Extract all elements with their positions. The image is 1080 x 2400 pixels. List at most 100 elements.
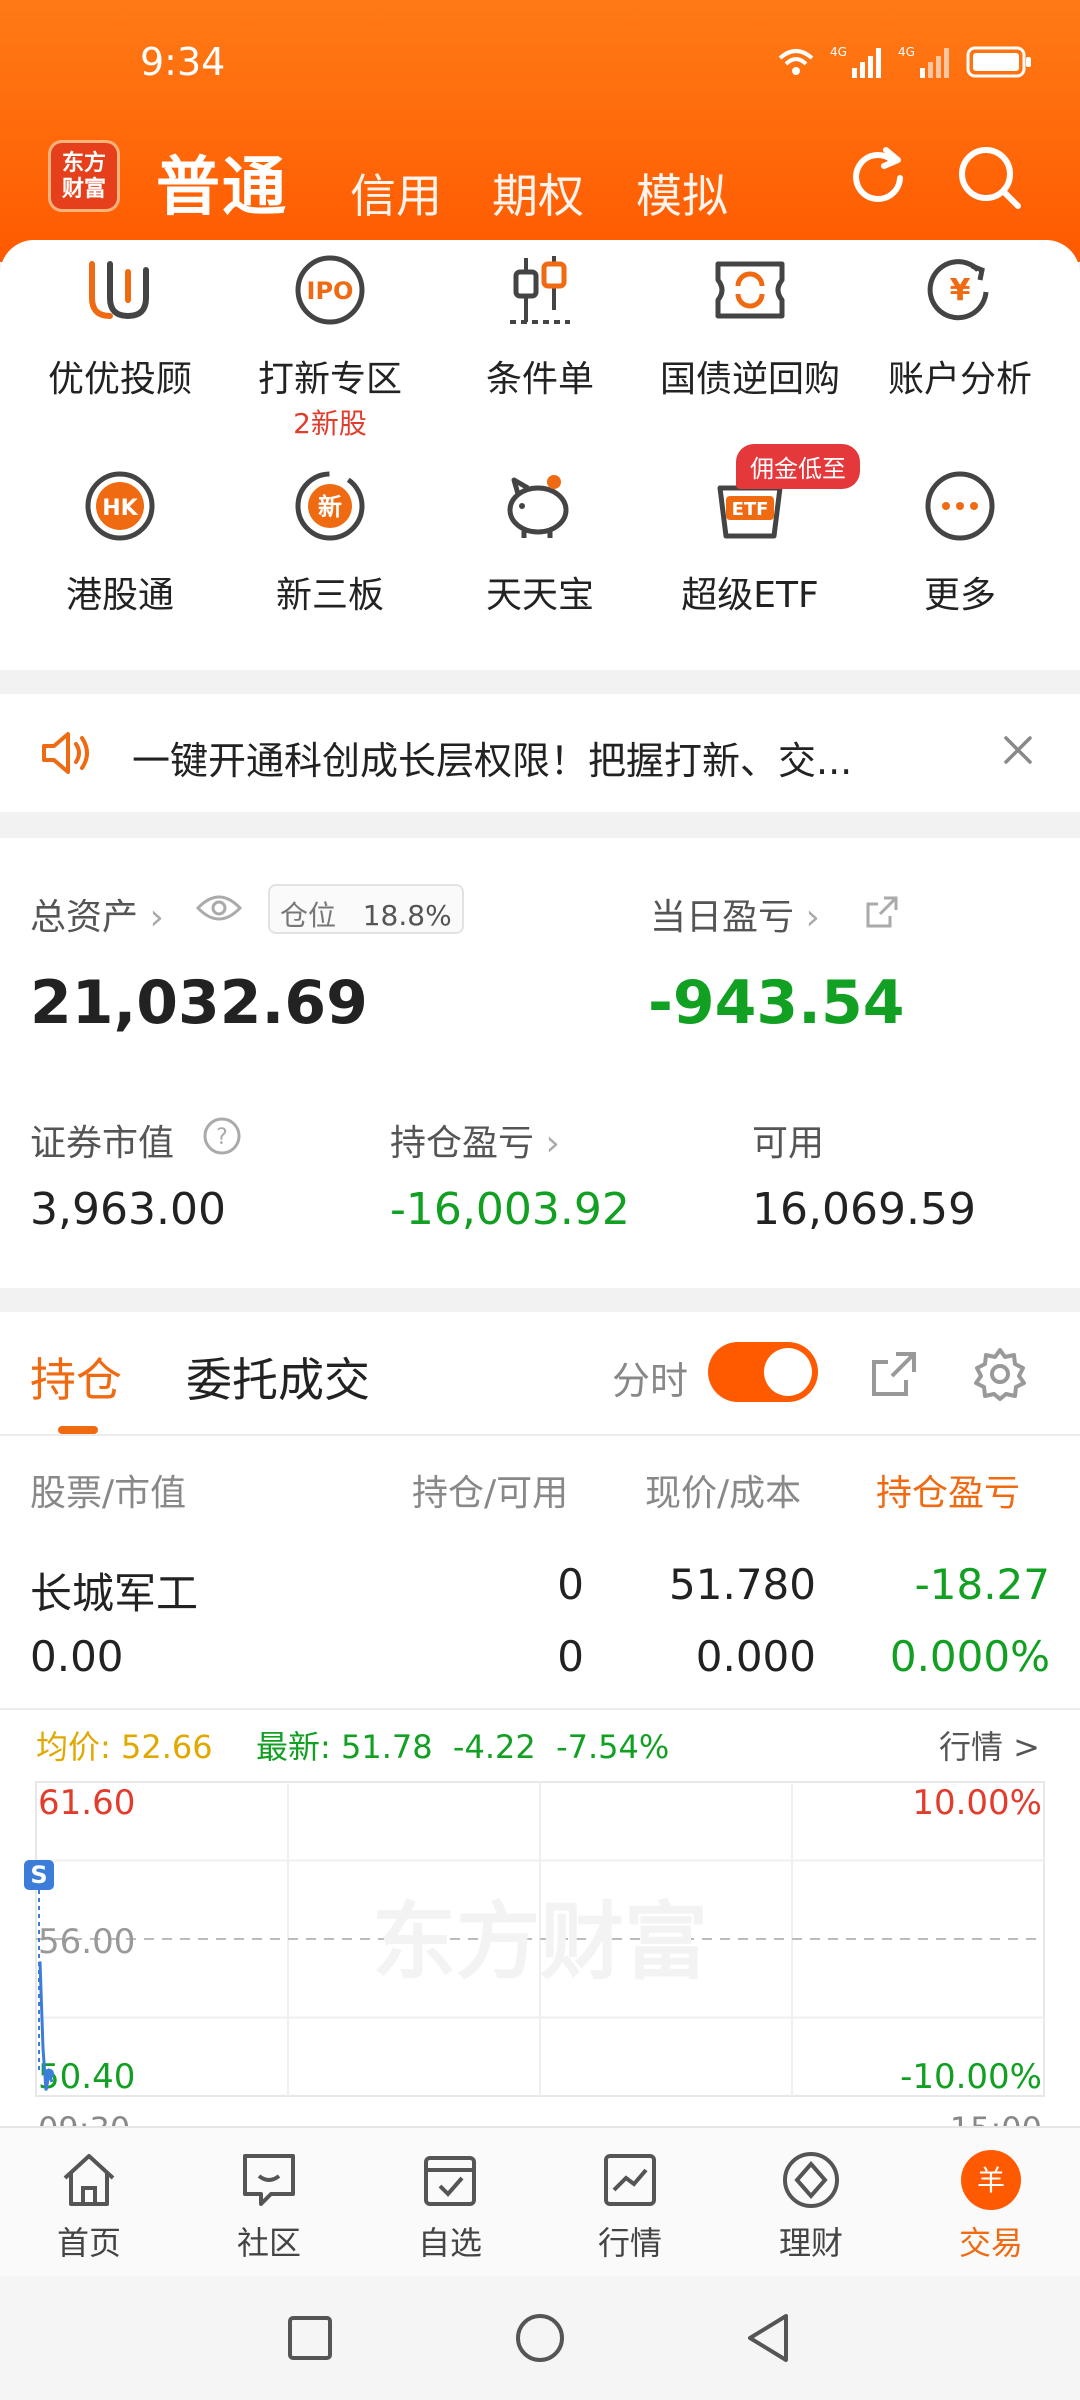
gear-icon[interactable] (972, 1346, 1028, 1402)
stock-pnl: -18.27 (914, 1560, 1050, 1609)
shortcut-label: 超级ETF (681, 575, 819, 616)
positions-section: 持仓 委托成交 分时 股票/市值 持仓/可用 现价/成本 持仓盈亏 长城军工 0… (0, 1312, 1080, 2148)
app-logo: 东方 财富 (48, 140, 120, 212)
available-value: 16,069.59 (752, 1184, 976, 1235)
trade-point (44, 2068, 54, 2079)
tab-positions[interactable]: 持仓 (30, 1344, 122, 1410)
ipo-icon: IPO (295, 255, 365, 325)
shortcut-label: 条件单 (485, 359, 594, 400)
watchlist-icon (424, 2156, 476, 2206)
refresh-icon[interactable] (840, 140, 916, 216)
status-time: 9:34 (140, 40, 226, 84)
svg-text:?: ? (216, 1125, 228, 1150)
hk-icon: HK (85, 471, 155, 541)
recents-icon[interactable] (286, 2314, 334, 2362)
market-icon (604, 2154, 656, 2206)
nav-label: 自选 (417, 2224, 482, 2262)
latest-label: 最新: (256, 1728, 331, 1766)
chevron-right-icon: › (138, 897, 164, 938)
nav-label: 交易 (958, 2224, 1023, 2262)
speaker-icon (42, 732, 89, 774)
shortcut-label: 打新专区 (257, 359, 402, 400)
avg-value: 52.66 (120, 1728, 213, 1766)
holding-pnl-value: -16,003.92 (390, 1184, 630, 1235)
hk-icon-text: HK (102, 496, 138, 521)
close-icon[interactable] (996, 728, 1040, 772)
fenshi-toggle[interactable] (708, 1342, 818, 1402)
nav-label: 首页 (56, 2224, 121, 2262)
search-icon[interactable] (952, 140, 1028, 216)
stock-name: 长城军工 (30, 1569, 199, 1618)
help-icon[interactable]: ? (202, 1116, 242, 1156)
status-bar: 9:34 4G 4G (0, 0, 1080, 130)
home-circle-icon[interactable] (514, 2312, 566, 2364)
yuan-analysis-icon: ¥ (927, 259, 989, 321)
logo-line-1: 东方 (61, 151, 106, 176)
advisor-icon (89, 261, 149, 320)
share-icon[interactable] (864, 894, 900, 930)
external-link-icon[interactable] (866, 1346, 922, 1402)
tab-options[interactable]: 期权 (492, 160, 584, 226)
position-ratio: 18.8% (362, 899, 452, 932)
etf-promo-badge: 佣金低至 (736, 444, 860, 489)
stock-price: 51.780 (669, 1560, 816, 1609)
tab-credit[interactable]: 信用 (350, 160, 442, 226)
wealth-icon (783, 2152, 839, 2208)
intraday-chart-area[interactable]: 均价: 52.66 最新: 51.78 -4.22 -7.54% 行情 > 东方… (0, 1710, 1080, 2150)
home-icon (63, 2154, 115, 2206)
shortcut-label: 账户分析 (887, 359, 1032, 400)
stock-pnl-pct: 0.000% (889, 1632, 1050, 1681)
nav-watchlist[interactable]: 自选 (375, 2148, 525, 2264)
total-assets-label[interactable]: 总资产 › (30, 888, 164, 940)
position-label: 仓位 (280, 899, 337, 932)
nav-label: 社区 (236, 2224, 301, 2262)
nav-wealth[interactable]: 理财 (736, 2148, 886, 2264)
battery-icon (966, 46, 1031, 78)
market-value: 3,963.00 (30, 1184, 226, 1235)
latest-value: 51.78 (340, 1728, 433, 1766)
latest-price: 最新: 51.78 -4.22 -7.54% (256, 1722, 669, 1768)
available-label: 可用 (752, 1123, 825, 1164)
nav-market[interactable]: 行情 (555, 2148, 705, 2264)
nav-community[interactable]: 社区 (194, 2148, 344, 2264)
holding-pnl-label[interactable]: 持仓盈亏 › (390, 1114, 560, 1166)
price-change: -4.22 (452, 1728, 536, 1766)
notice-bar[interactable]: 一键开通科创成长层权限！把握打新、交... (0, 694, 1080, 812)
stock-cost: 0.000 (695, 1632, 816, 1681)
market-value-label: 证券市值 (30, 1123, 175, 1164)
trade-icon-text: 羊 (977, 2164, 1005, 2197)
shortcut-label: 新三板 (275, 575, 384, 616)
candlestick-icon (510, 256, 570, 324)
eye-icon[interactable] (194, 890, 244, 926)
daily-pnl-value: -943.54 (648, 968, 905, 1038)
bottom-nav: 首页 社区 自选 行情 理财 羊 交易 (0, 2126, 1080, 2276)
total-assets-value: 21,032.69 (30, 968, 368, 1038)
trade-marker-label: S (30, 1861, 47, 1889)
account-summary: 总资产 › 仓位 18.8% 21,032.69 当日盈亏 › -943.54 … (0, 838, 1080, 1288)
y-label-mid: 56.00 (38, 1922, 135, 1962)
tab-orders[interactable]: 委托成交 (186, 1344, 370, 1410)
nav-home[interactable]: 首页 (14, 2148, 164, 2264)
chart-watermark: 东方财富 (372, 1893, 708, 1991)
status-icons: 4G 4G (776, 44, 1032, 80)
tab-simulation[interactable]: 模拟 (636, 160, 728, 226)
nav-trade[interactable]: 羊 交易 (916, 2148, 1066, 2264)
daily-pnl-label-text: 当日盈亏 (650, 897, 795, 938)
position-ratio-pill: 仓位 18.8% (268, 884, 464, 934)
tab-normal[interactable]: 普通 (156, 136, 288, 228)
shortcut-label: 国债逆回购 (659, 359, 840, 400)
chevron-right-icon: › (794, 897, 820, 938)
back-icon[interactable] (744, 2312, 794, 2364)
market-link[interactable]: 行情 > (939, 1722, 1040, 1768)
total-assets-label-text: 总资产 (30, 897, 139, 938)
signal-icon-2: 4G (898, 45, 949, 78)
header-pnl[interactable]: 持仓盈亏 (876, 1464, 1052, 1516)
notice-text: 一键开通科创成长层权限！把握打新、交... (132, 739, 853, 783)
shortcut-label: 港股通 (65, 575, 174, 616)
piggy-bank-icon (507, 475, 569, 538)
logo-line-2: 财富 (61, 177, 106, 202)
header: 9:34 4G 4G 东方 财富 普通 信用 期权 模拟 (0, 0, 1080, 262)
wifi-icon (778, 49, 814, 75)
system-nav-bar (0, 2276, 1080, 2400)
daily-pnl-label[interactable]: 当日盈亏 › (650, 888, 820, 940)
